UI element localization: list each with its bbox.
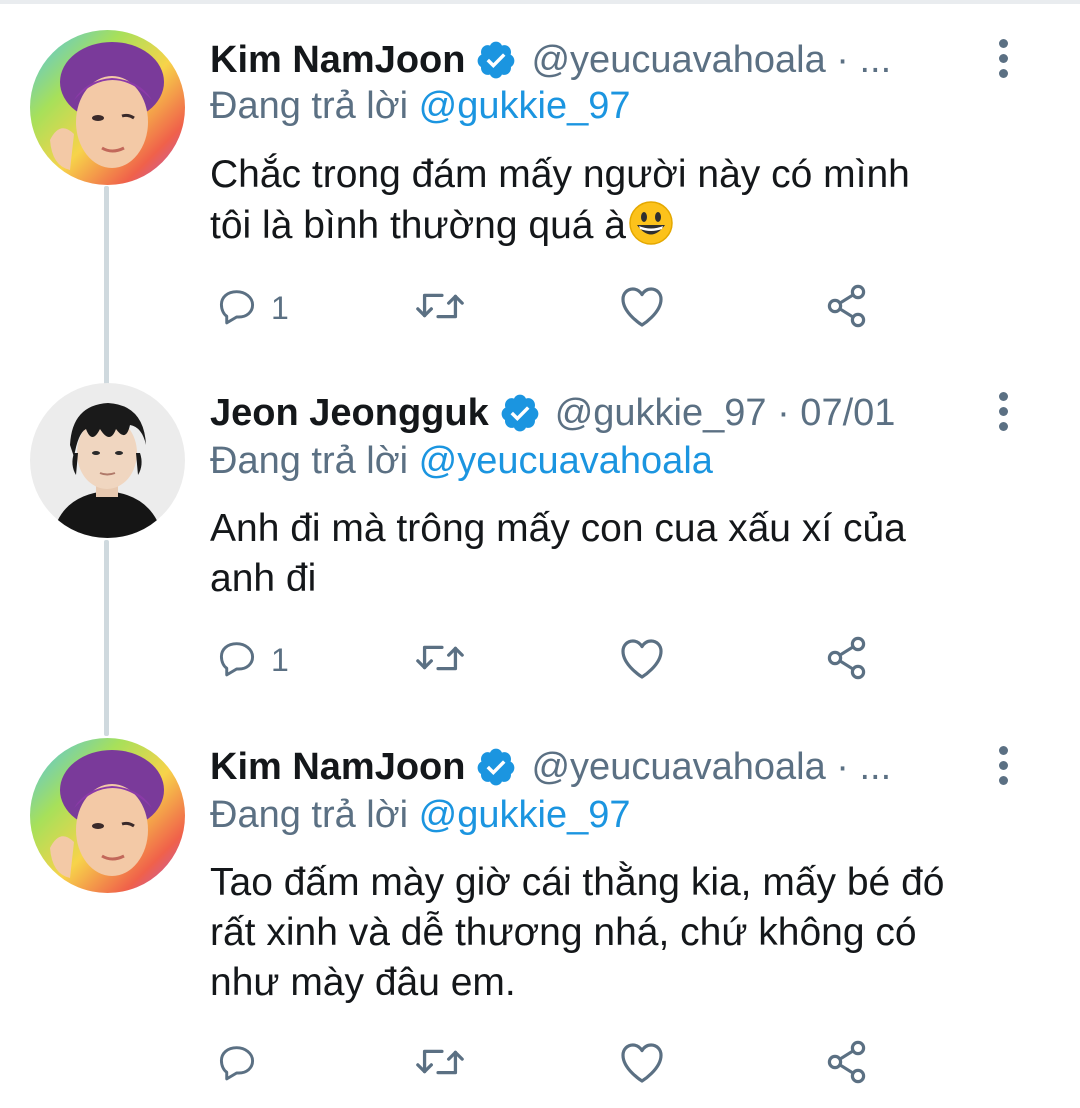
reply-icon — [215, 636, 259, 685]
retweet-icon — [413, 1040, 467, 1089]
tweet-actions — [210, 1034, 910, 1094]
tweet-header: Kim NamJoon @yeucuavahoala · ... — [210, 742, 930, 792]
replying-to: Đang trả lời @gukkie_97 — [210, 85, 631, 128]
reply-count: 1 — [271, 641, 289, 678]
verified-badge-icon — [475, 39, 517, 81]
verified-badge-icon — [475, 746, 517, 788]
share-icon — [823, 282, 871, 335]
retweet-button[interactable] — [413, 1034, 479, 1094]
handle-and-time[interactable]: @yeucuavahoala · ... — [531, 39, 891, 82]
reply-prefix: Đang trả lời — [210, 794, 409, 836]
verified-badge-icon — [499, 392, 541, 434]
reply-icon — [215, 1040, 259, 1089]
tweet-header: Kim NamJoon @yeucuavahoala · ... — [210, 35, 930, 85]
handle-and-time[interactable]: @yeucuavahoala · ... — [531, 746, 891, 789]
share-icon — [823, 1038, 871, 1091]
tweet-text-line: tôi là bình thường quá à — [210, 200, 1010, 259]
retweet-icon — [413, 636, 467, 685]
share-icon — [823, 634, 871, 687]
tweet-text: Chắc trong đám mấy người này có mình tôi… — [210, 150, 1010, 259]
replying-to: Đang trả lời @yeucuavahoala — [210, 440, 713, 483]
heart-icon — [618, 284, 666, 333]
avatar[interactable] — [30, 383, 185, 538]
reply-count: 1 — [271, 289, 289, 326]
heart-icon — [618, 1040, 666, 1089]
heart-icon — [618, 636, 666, 685]
reply-prefix: Đang trả lời — [210, 85, 409, 127]
reply-icon — [215, 284, 259, 333]
tweet-actions: 1 — [210, 630, 910, 690]
reply-button[interactable] — [215, 1034, 271, 1094]
tweet-text-line: như mày đâu em. — [210, 961, 516, 1004]
thread-connector — [104, 186, 109, 386]
grinning-face-emoji-icon — [628, 200, 674, 259]
mention-link[interactable]: @yeucuavahoala — [419, 440, 713, 482]
tweet-text-line: Anh đi mà trông mấy con cua xấu xí của — [210, 507, 906, 550]
like-button[interactable] — [618, 1034, 678, 1094]
share-button[interactable] — [823, 630, 871, 690]
retweet-button[interactable] — [413, 630, 479, 690]
replying-to: Đang trả lời @gukkie_97 — [210, 794, 631, 837]
tweet-actions: 1 — [210, 278, 910, 338]
tweet-text-line: Tao đấm mày giờ cái thằng kia, mấy bé đó — [210, 861, 945, 904]
tweet-text-line: rất xinh và dễ thương nhá, chứ không có — [210, 911, 917, 954]
more-vertical-icon[interactable] — [988, 740, 1018, 790]
share-button[interactable] — [823, 278, 871, 338]
display-name[interactable]: Kim NamJoon — [210, 39, 465, 82]
display-name[interactable]: Jeon Jeongguk — [210, 392, 489, 435]
reply-button[interactable]: 1 — [215, 630, 289, 690]
reply-prefix: Đang trả lời — [210, 440, 409, 482]
mention-link[interactable]: @gukkie_97 — [419, 85, 631, 127]
more-vertical-icon[interactable] — [988, 33, 1018, 83]
handle-and-time[interactable]: @gukkie_97 · 07/01 — [555, 392, 896, 435]
like-button[interactable] — [618, 278, 678, 338]
avatar[interactable] — [30, 738, 185, 893]
tweet-text-line: anh đi — [210, 557, 317, 600]
share-button[interactable] — [823, 1034, 871, 1094]
tweet-text: Anh đi mà trông mấy con cua xấu xí của a… — [210, 504, 1010, 604]
tweet-text: Tao đấm mày giờ cái thằng kia, mấy bé đó… — [210, 858, 1010, 1008]
mention-link[interactable]: @gukkie_97 — [419, 794, 631, 836]
tweet-header: Jeon Jeongguk @gukkie_97 · 07/01 — [210, 388, 930, 438]
reply-button[interactable]: 1 — [215, 278, 289, 338]
top-divider — [0, 0, 1080, 4]
like-button[interactable] — [618, 630, 678, 690]
retweet-icon — [413, 284, 467, 333]
thread-connector — [104, 540, 109, 736]
tweet-text-line: Chắc trong đám mấy người này có mình — [210, 153, 910, 196]
avatar[interactable] — [30, 30, 185, 185]
retweet-button[interactable] — [413, 278, 479, 338]
display-name[interactable]: Kim NamJoon — [210, 746, 465, 789]
more-vertical-icon[interactable] — [988, 386, 1018, 436]
